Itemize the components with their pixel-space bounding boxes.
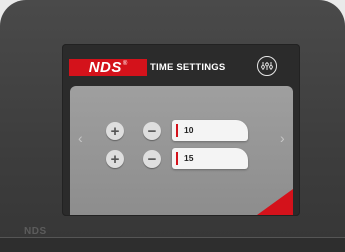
field-accent-bar: [176, 152, 178, 165]
prev-arrow-icon[interactable]: ‹: [78, 131, 83, 145]
display-screen: NDS ® TIME SETTINGS ‹ › + − 10 + − 15: [62, 44, 300, 216]
settings-panel: ‹ › + − 10 + − 15: [70, 86, 293, 215]
page-title: TIME SETTINGS: [150, 62, 226, 73]
decrement-button[interactable]: −: [143, 122, 161, 140]
decrement-button[interactable]: −: [143, 150, 161, 168]
plus-icon: +: [110, 122, 120, 140]
increment-button[interactable]: +: [106, 150, 124, 168]
field-accent-bar: [176, 124, 178, 137]
brand-logo: NDS ®: [69, 59, 147, 76]
time-value-field[interactable]: 10: [172, 120, 248, 141]
time-value: 15: [184, 153, 194, 163]
next-arrow-icon[interactable]: ›: [280, 131, 285, 145]
plus-icon: +: [110, 150, 120, 168]
device-bottom-strip: [0, 237, 345, 252]
registered-mark-icon: ®: [122, 61, 128, 67]
increment-button[interactable]: +: [106, 122, 124, 140]
bezel-logo: NDS: [24, 226, 47, 237]
minus-icon: −: [147, 150, 157, 168]
minus-icon: −: [147, 122, 157, 140]
brand-logo-text: NDS: [88, 59, 122, 76]
device-housing: NDS ® TIME SETTINGS ‹ › + − 10 + − 15 ND…: [0, 0, 345, 252]
time-value: 10: [184, 125, 194, 135]
settings-button[interactable]: [257, 56, 277, 76]
dial-settings-icon: [261, 62, 273, 70]
time-value-field[interactable]: 15: [172, 148, 248, 169]
red-corner-accent: [257, 189, 293, 215]
